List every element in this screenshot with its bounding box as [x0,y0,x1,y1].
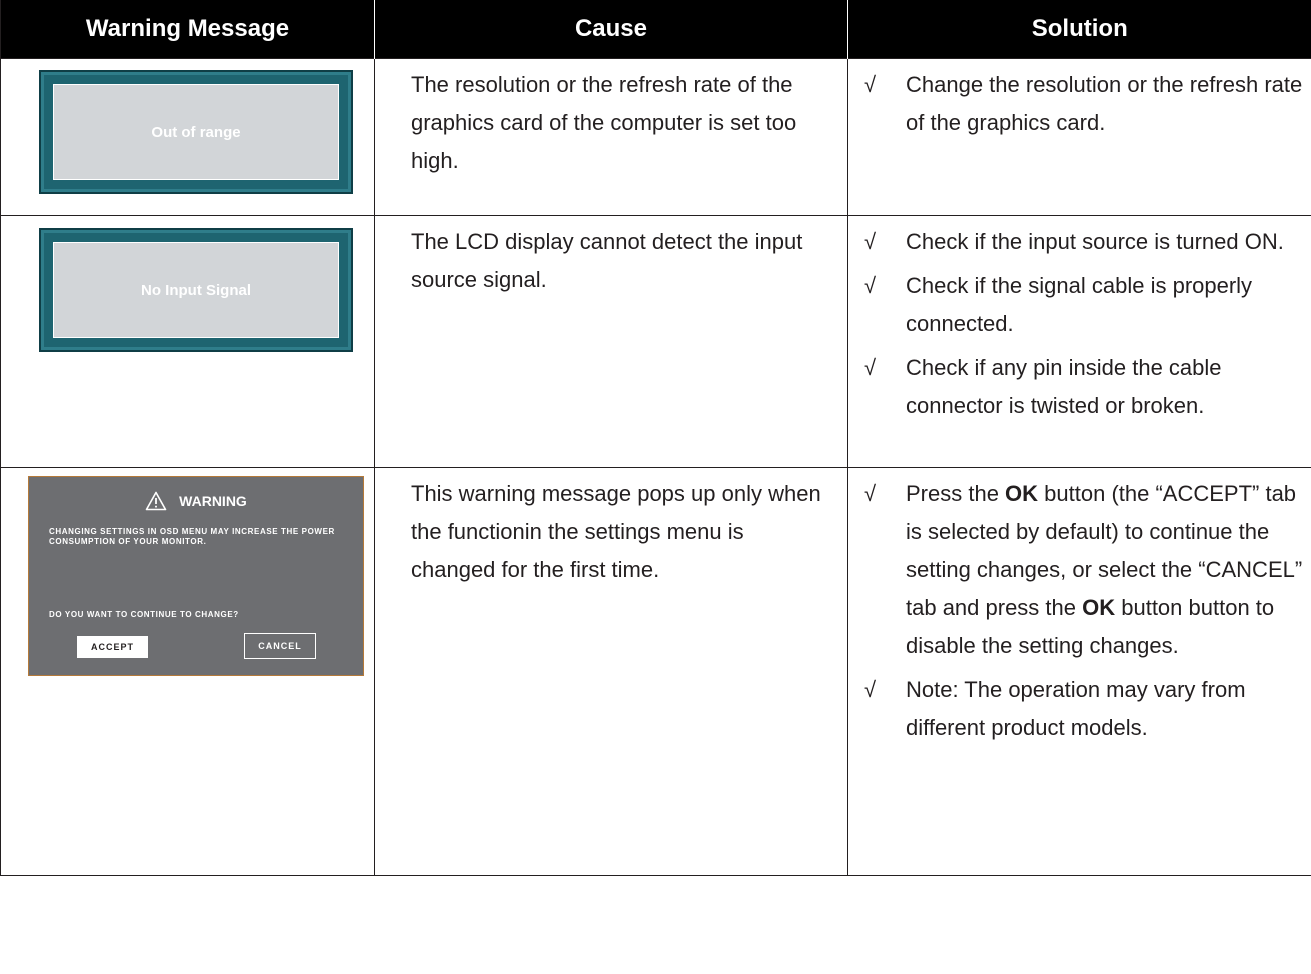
solution-item: √ Note: The operation may vary from diff… [864,671,1303,747]
checkmark-icon: √ [864,273,877,298]
accept-button: ACCEPT [77,636,148,658]
osd-no-input-signal-screen: No Input Signal [39,228,353,352]
solution-text: Check if the signal cable is properly co… [906,273,1253,336]
table-header-row: Warning Message Cause Solution [0,0,1311,59]
table-row: WARNING CHANGING SETTINGS IN OSD MENU MA… [0,467,1311,876]
warning-image-cell: No Input Signal [0,215,375,468]
solution-text: Check if any pin inside the cable connec… [906,355,1222,418]
header-cause: Cause [374,0,848,59]
checkmark-icon: √ [864,72,877,97]
checkmark-icon: √ [864,677,877,702]
solution-item: √ Check if the signal cable is properly … [864,267,1303,343]
checkmark-icon: √ [864,229,877,254]
warning-image-cell: WARNING CHANGING SETTINGS IN OSD MENU MA… [0,467,375,876]
warning-title: WARNING [29,491,363,511]
header-solution: Solution [847,0,1311,59]
warning-message: CHANGING SETTINGS IN OSD MENU MAY INCREA… [49,527,335,546]
solution-text: Change the resolution or the refresh rat… [906,72,1303,135]
solution-cell: √ Press the OK button (the “ACCEPT” tab … [847,467,1311,876]
checkmark-icon: √ [864,481,877,506]
table-row: No Input Signal The LCD display cannot d… [0,215,1311,468]
warning-question: DO YOU WANT TO CONTINUE TO CHANGE? [49,610,239,619]
ok-button-ref: OK [1005,481,1039,506]
solution-cell: √ Check if the input source is turned ON… [847,215,1311,468]
troubleshooting-table: Warning Message Cause Solution Out of ra… [0,0,1311,876]
checkmark-icon: √ [864,355,877,380]
warning-title-text: WARNING [179,493,247,509]
solution-item: √ Change the resolution or the refresh r… [864,66,1303,142]
solution-item: √ Check if the input source is turned ON… [864,223,1303,261]
osd-out-of-range-screen: Out of range [39,70,353,194]
cause-cell: The resolution or the refresh rate of th… [374,58,848,216]
header-warning-message: Warning Message [0,0,375,59]
cause-cell: The LCD display cannot detect the input … [374,215,848,468]
solution-item: √ Press the OK button (the “ACCEPT” tab … [864,475,1303,665]
table-row: Out of range The resolution or the refre… [0,58,1311,216]
cause-text: The resolution or the refresh rate of th… [411,72,797,173]
ok-button-ref: OK [1082,595,1116,620]
osd-label: No Input Signal [53,242,339,338]
cause-cell: This warning message pops up only when t… [374,467,848,876]
solution-text: Press the OK button (the “ACCEPT” tab is… [906,475,1303,665]
solution-item: √ Check if any pin inside the cable conn… [864,349,1303,425]
cancel-button: CANCEL [244,633,316,659]
solution-text: Note: The operation may vary from differ… [906,677,1246,740]
warning-triangle-icon [145,491,167,511]
cause-text: This warning message pops up only when t… [411,481,821,582]
cause-text: The LCD display cannot detect the input … [411,229,803,292]
warning-image-cell: Out of range [0,58,375,216]
osd-label: Out of range [53,84,339,180]
solution-text: Check if the input source is turned ON. [906,229,1284,254]
solution-text-part: Press the [906,481,1006,506]
solution-cell: √ Change the resolution or the refresh r… [847,58,1311,216]
osd-power-warning-dialog: WARNING CHANGING SETTINGS IN OSD MENU MA… [28,476,364,676]
